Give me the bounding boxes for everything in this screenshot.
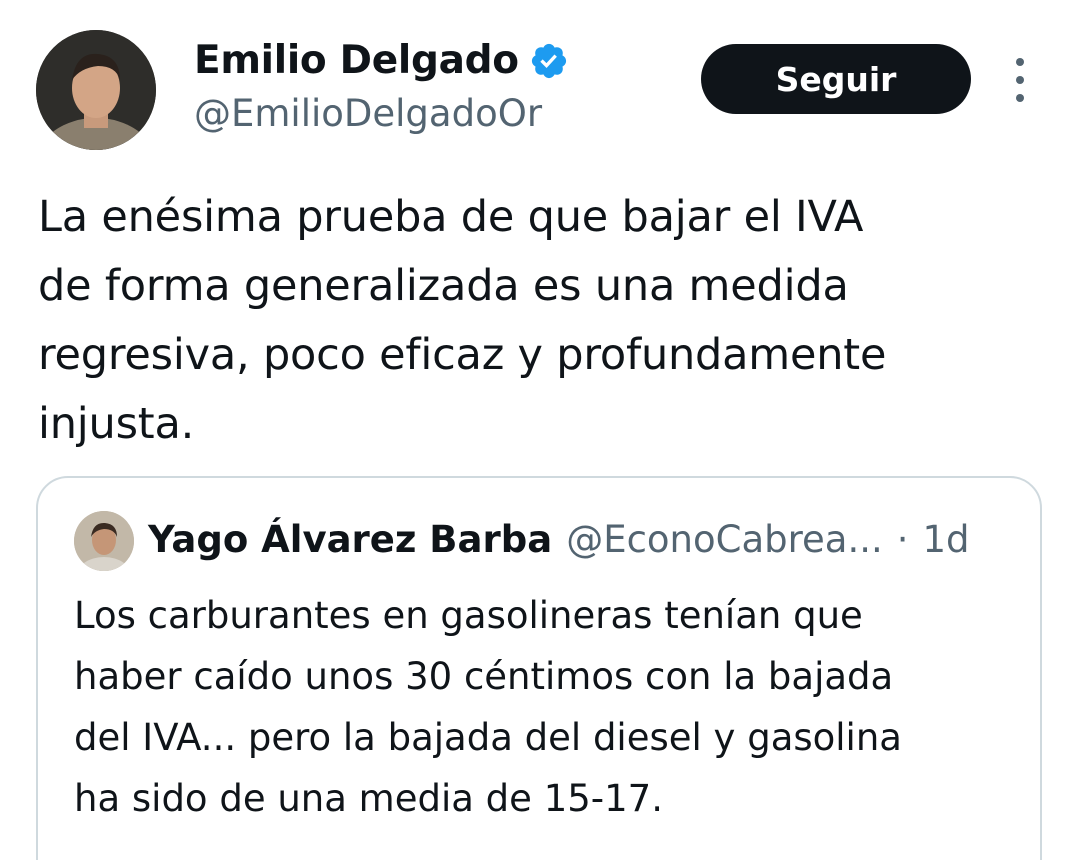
author-handle[interactable]: @EmilioDelgadoOr (194, 92, 542, 135)
more-dot (1016, 58, 1024, 66)
follow-button[interactable]: Seguir (701, 44, 971, 114)
author-name-row[interactable]: Emilio Delgado (194, 38, 569, 83)
tweet-text: La enésima prueba de que bajar el IVA de… (38, 192, 887, 449)
quoted-tweet[interactable]: Yago Álvarez Barba @EconoCabrea... · 1d … (36, 476, 1042, 860)
person-avatar-icon (74, 511, 134, 571)
author-name[interactable]: Emilio Delgado (194, 38, 519, 83)
separator-dot: · (896, 518, 909, 561)
person-avatar-icon (36, 30, 156, 150)
quoted-author-name[interactable]: Yago Álvarez Barba (148, 518, 552, 561)
more-dot (1016, 94, 1024, 102)
verified-badge-icon (531, 43, 566, 78)
quoted-timestamp[interactable]: 1d (923, 518, 970, 561)
quoted-tweet-text: Los carburantes en gasolineras tenían qu… (74, 594, 902, 820)
quoted-author-handle[interactable]: @EconoCabrea... (566, 518, 883, 561)
quoted-header: Yago Álvarez Barba @EconoCabrea... · 1d (148, 518, 970, 561)
tweet-view: Emilio Delgado @EmilioDelgadoOr Seguir L… (0, 0, 1080, 860)
quoted-author-avatar[interactable] (74, 511, 134, 571)
more-vertical-icon[interactable] (1008, 58, 1032, 102)
more-dot (1016, 76, 1024, 84)
author-avatar[interactable] (36, 30, 156, 150)
